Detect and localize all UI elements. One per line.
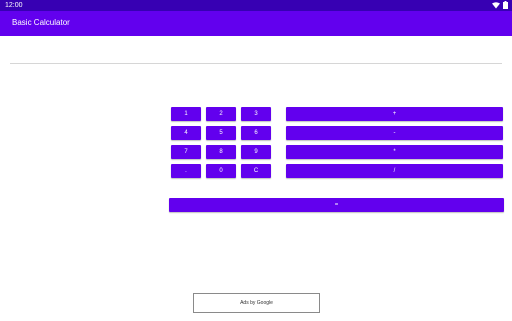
digit-button-0[interactable]: 0	[206, 164, 236, 178]
digit-button-7[interactable]: 7	[171, 145, 201, 159]
decimal-button[interactable]: .	[171, 164, 201, 178]
wifi-icon	[492, 1, 500, 8]
digit-button-3[interactable]: 3	[241, 107, 271, 121]
status-icons	[492, 1, 508, 9]
battery-icon	[503, 1, 508, 9]
divide-button[interactable]: /	[286, 164, 503, 178]
app-title: Basic Calculator	[12, 18, 70, 27]
app-bar: Basic Calculator	[0, 11, 512, 36]
display-underline	[10, 63, 502, 64]
ad-banner[interactable]: Ads by Google	[193, 293, 320, 313]
clear-button[interactable]: C	[241, 164, 271, 178]
status-time: 12:00	[5, 2, 23, 9]
ad-label: Ads by Google	[240, 300, 273, 306]
multiply-button[interactable]: *	[286, 145, 503, 159]
status-bar: 12:00	[0, 0, 512, 11]
digit-button-1[interactable]: 1	[171, 107, 201, 121]
digit-button-8[interactable]: 8	[206, 145, 236, 159]
digit-button-9[interactable]: 9	[241, 145, 271, 159]
digit-button-5[interactable]: 5	[206, 126, 236, 140]
digit-button-2[interactable]: 2	[206, 107, 236, 121]
digit-button-6[interactable]: 6	[241, 126, 271, 140]
equals-button[interactable]: =	[169, 198, 504, 212]
subtract-button[interactable]: -	[286, 126, 503, 140]
digit-button-4[interactable]: 4	[171, 126, 201, 140]
add-button[interactable]: +	[286, 107, 503, 121]
